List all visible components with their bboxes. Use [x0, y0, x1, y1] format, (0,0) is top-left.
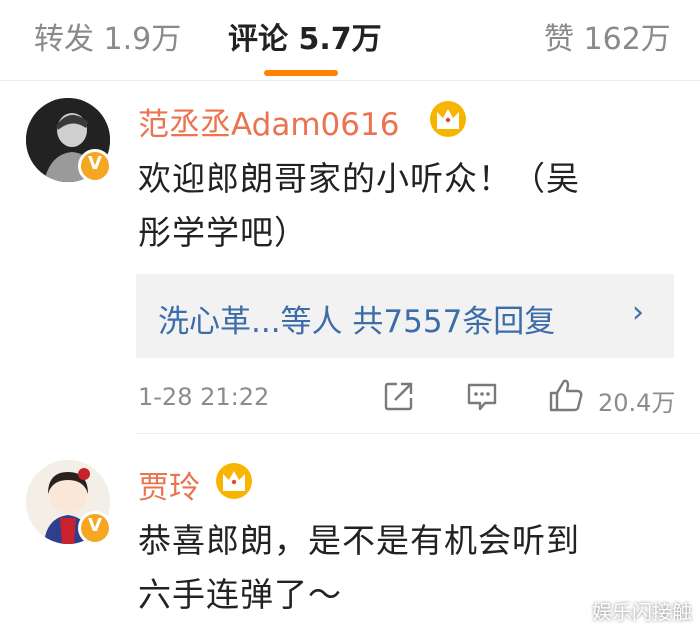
- like-count: 20.4万: [598, 389, 676, 417]
- comment-timestamp: 1-28 21:22: [138, 383, 270, 411]
- comment-text-line: 彤学学吧）: [138, 213, 308, 252]
- comment-divider: [136, 433, 700, 434]
- tab-reposts[interactable]: 转发 1.9万: [34, 14, 181, 58]
- repost-icon[interactable]: [383, 380, 415, 412]
- watermark: 娱乐闪接触: [592, 600, 692, 624]
- chevron-right-icon: ›: [632, 295, 644, 330]
- thumbs-up-icon[interactable]: [548, 377, 584, 413]
- comment-icon[interactable]: [466, 381, 498, 413]
- comment-text-line: 恭喜郎朗，是不是有机会听到: [138, 521, 580, 560]
- comment-username[interactable]: 范丞丞Adam0616: [138, 99, 399, 144]
- tab-likes[interactable]: 赞 162万: [544, 14, 671, 58]
- tab-comments[interactable]: 评论 5.7万: [228, 14, 382, 58]
- crown-icon: [216, 463, 252, 499]
- comment-text: 欢迎郎朗哥家的小听众！（吴 彤学学吧）: [138, 152, 678, 260]
- verified-badge-icon: V: [78, 511, 112, 545]
- comment-tabs: 转发 1.9万 评论 5.7万 赞 162万: [0, 0, 700, 81]
- comment-username[interactable]: 贾玲: [138, 462, 200, 507]
- verified-badge-icon: V: [78, 149, 112, 183]
- comment-text-line: 欢迎郎朗哥家的小听众！（吴: [138, 159, 580, 198]
- replies-summary-text: 洗心革...等人 共7557条回复: [158, 304, 556, 340]
- crown-icon: [430, 101, 466, 137]
- replies-summary-button[interactable]: 洗心革...等人 共7557条回复 ›: [136, 274, 674, 358]
- active-tab-indicator: [264, 70, 338, 76]
